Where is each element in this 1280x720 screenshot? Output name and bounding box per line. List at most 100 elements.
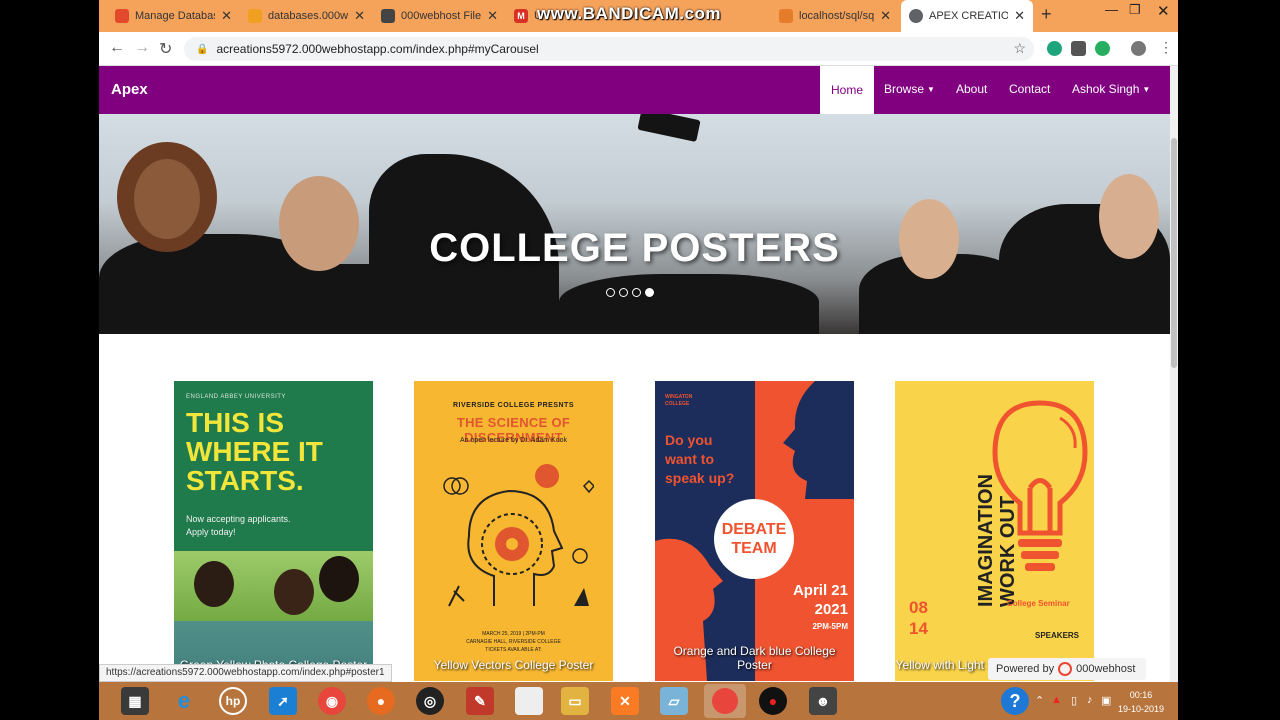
acrobat-icon[interactable]: ✎	[466, 687, 494, 715]
close-tab-icon[interactable]: ✕	[354, 8, 365, 24]
lock-icon: 🔒	[196, 43, 209, 55]
poster-info: MARCH 25, 2019 | 2PM-PM CARNAGIE HALL, R…	[414, 630, 613, 654]
app-launcher-icon[interactable]: ▦	[121, 687, 149, 715]
windows-taskbar: ▦ e hp ➚ ◉ ● ◎ ✎ ▭ ✕ ▱ ● ☻ ? ⌃ ▲ ▯ ♪ ▣ 0…	[99, 682, 1178, 720]
000webhost-favicon-icon	[115, 9, 129, 23]
battery-icon[interactable]: ▯	[1071, 694, 1077, 707]
000webhost-logo-icon	[1058, 662, 1073, 676]
powered-by-badge[interactable]: Powered by 000webhost	[988, 658, 1146, 680]
carousel-indicator[interactable]	[632, 288, 641, 297]
poster-headline: THIS IS WHERE IT STARTS.	[186, 407, 323, 496]
tray-chevron-icon[interactable]: ⌃	[1035, 694, 1044, 707]
poster-subline-1: Now accepting applicants.	[186, 514, 291, 524]
minimize-icon[interactable]: —	[1105, 2, 1118, 17]
extension-icon[interactable]	[1047, 41, 1062, 56]
nav-user[interactable]: Ashok Singh ▼	[1072, 82, 1150, 96]
firefox-icon[interactable]: ●	[367, 687, 395, 715]
bookmark-star-icon[interactable]: ☆	[1013, 40, 1026, 57]
caret-down-icon: ▼	[1142, 85, 1151, 95]
poster-numbers: 08 14	[909, 597, 928, 639]
xampp-icon[interactable]: ✕	[611, 687, 639, 715]
carousel[interactable]: COLLEGE POSTERS	[99, 114, 1170, 334]
poster-card-3[interactable]: WINGATON COLLEGE Do you want to speak up?…	[655, 381, 854, 681]
nav-contact[interactable]: Contact	[1009, 82, 1050, 96]
poster-time: 2PM-5PM	[812, 622, 848, 631]
chrome-icon	[712, 688, 738, 714]
page-scrollbar[interactable]	[1170, 66, 1178, 682]
tab-apex-creations[interactable]: APEX CREATIONS ✕	[901, 0, 1033, 32]
tab-databases[interactable]: databases.000webh ✕	[240, 2, 373, 30]
poster-info-line-3: TICKETS AVAILABLE AT:	[485, 647, 542, 653]
taskbar-clock[interactable]: 00:16 19-10-2019	[1111, 688, 1171, 716]
poster-card-1[interactable]: ENGLAND ABBEY UNIVERSITY THIS IS WHERE I…	[174, 381, 373, 681]
poster-presenter: RIVERSIDE COLLEGE PRESNTS	[452, 402, 575, 409]
close-tab-icon[interactable]: ✕	[221, 8, 232, 24]
scrollbar-thumb[interactable]	[1171, 138, 1177, 368]
media-app-icon[interactable]: ☻	[809, 687, 837, 715]
maximize-icon[interactable]: ❐	[1129, 2, 1141, 18]
volume-icon[interactable]: ♪	[1087, 694, 1093, 706]
nav-about[interactable]: About	[956, 82, 987, 96]
network-icon[interactable]: ▣	[1101, 694, 1111, 707]
poster-date-line-1: April 21	[792, 582, 848, 599]
reload-icon[interactable]: ↻	[159, 39, 172, 59]
powered-by-brand: 000webhost	[1076, 663, 1136, 675]
bandicam-record-icon[interactable]: ●	[759, 687, 787, 715]
tab-file-manager[interactable]: 000webhost File M ✕	[373, 2, 506, 30]
chrome-icon[interactable]: ◉	[318, 687, 346, 715]
globe-favicon-icon	[381, 9, 395, 23]
blank-document-icon[interactable]	[515, 687, 543, 715]
carousel-indicators	[606, 288, 654, 297]
site-brand[interactable]: Apex	[111, 81, 148, 98]
poster-date-line-2: 2021	[814, 601, 848, 618]
kebab-menu-icon[interactable]: ⋮	[1159, 39, 1173, 56]
acrobat-tray-icon[interactable]: ▲	[1051, 694, 1062, 706]
back-arrow-icon[interactable]: ←	[109, 39, 125, 57]
close-tab-icon[interactable]: ✕	[487, 8, 498, 24]
gmail-favicon-icon: M	[514, 9, 528, 23]
poster-card-2[interactable]: RIVERSIDE COLLEGE PRESNTS THE SCIENCE OF…	[414, 381, 613, 681]
close-tab-icon[interactable]: ✕	[880, 8, 891, 24]
carousel-indicator[interactable]	[606, 288, 615, 297]
carousel-indicator-active[interactable]	[645, 288, 654, 297]
clock-date: 19-10-2019	[1117, 704, 1165, 714]
gown-shape	[559, 274, 819, 334]
new-tab-button[interactable]: +	[1041, 4, 1052, 25]
caret-down-icon: ▼	[927, 85, 935, 95]
notes-app-icon[interactable]: ▱	[660, 687, 688, 715]
page-favicon-icon	[779, 9, 793, 23]
nav-browse[interactable]: Browse ▼	[884, 82, 935, 96]
head-gear-illustration-icon	[443, 464, 594, 607]
nav-home[interactable]: Home	[820, 66, 875, 114]
nav-user-label: Ashok Singh	[1072, 82, 1140, 96]
file-explorer-icon[interactable]: ▭	[561, 687, 589, 715]
forward-arrow-icon[interactable]: →	[134, 39, 150, 57]
url-input[interactable]: 🔒 acreations5972.000webhostapp.com/index…	[184, 37, 1034, 61]
status-bar-url: https://acreations5972.000webhostapp.com…	[99, 664, 392, 682]
site-navbar: Apex Home Browse ▼ About Contact Ashok Si…	[99, 66, 1170, 114]
help-icon[interactable]: ?	[1001, 687, 1029, 715]
extension-icon[interactable]	[1071, 41, 1086, 56]
close-tab-icon[interactable]: ✕	[1014, 8, 1025, 24]
internet-explorer-icon[interactable]: e	[170, 687, 198, 715]
light-bulb-icon	[992, 400, 1088, 571]
chart-favicon-icon	[248, 9, 262, 23]
poster-caption: Yellow Vectors College Poster	[433, 658, 594, 672]
clock-time: 00:16	[1129, 690, 1153, 700]
hp-icon[interactable]: hp	[219, 687, 247, 715]
powered-by-label: Powered by	[996, 663, 1055, 675]
tab-manage-databases[interactable]: Manage Databases ✕	[107, 2, 240, 30]
extension-icon[interactable]	[1095, 41, 1110, 56]
poster-question: Do you want to speak up?	[665, 432, 735, 486]
poster-card-4[interactable]: IMAGINATION WORK OUT 08 14 College Semina…	[895, 381, 1094, 681]
poster-college-line-1: WINGATON	[665, 394, 693, 400]
close-window-icon[interactable]: ✕	[1157, 2, 1170, 20]
carousel-indicator[interactable]	[619, 288, 628, 297]
camera-app-icon[interactable]: ◎	[416, 687, 444, 715]
poster-date: April 21 2021	[773, 581, 848, 619]
chrome-taskbar-active[interactable]	[704, 684, 746, 718]
poster-circle-text: DEBATE TEAM	[714, 499, 794, 579]
profile-avatar-icon[interactable]	[1131, 41, 1146, 56]
rocket-icon[interactable]: ➚	[269, 687, 297, 715]
tab-localhost[interactable]: localhost/sql/sqlin ✕	[771, 2, 899, 30]
